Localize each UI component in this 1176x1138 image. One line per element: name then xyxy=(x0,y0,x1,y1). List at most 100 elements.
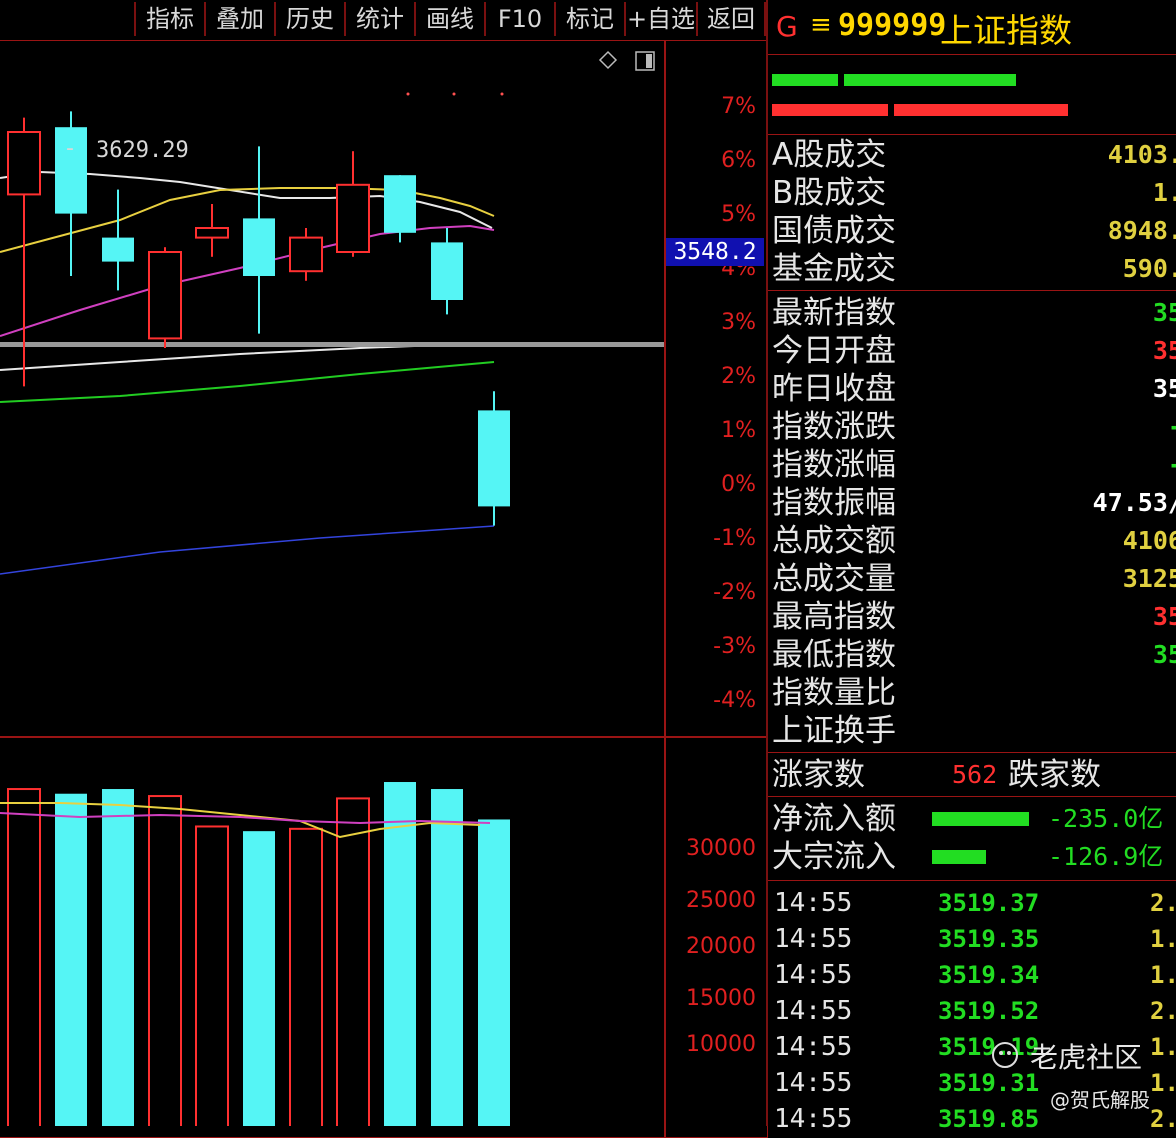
stock-code: 999999 xyxy=(838,8,947,43)
stat-row: 总成交额 4106. xyxy=(772,522,1176,560)
stat-value: -1 xyxy=(998,446,1176,484)
percent-tick: -3% xyxy=(713,634,756,659)
stat-row: 指数振幅 47.53/1 xyxy=(772,484,1176,522)
back-button[interactable]: 返回 xyxy=(696,2,766,36)
stat-value: 356 xyxy=(1152,602,1176,631)
tick-row[interactable]: 14:55 3519.34 1.9 xyxy=(772,956,1176,992)
flow-bar xyxy=(932,850,986,864)
stat-row: 最低指数 351 xyxy=(772,636,1176,674)
stat-value: 8948.1 xyxy=(1107,216,1176,245)
stat-label: 总成交量 xyxy=(772,561,896,597)
indicator-button[interactable]: 指标 xyxy=(134,2,204,36)
volume-tick: 20000 xyxy=(686,934,756,959)
tick-row[interactable]: 14:55 3519.35 1.5 xyxy=(772,920,1176,956)
percent-tick: 0% xyxy=(721,472,756,497)
stat-value: 590.8 xyxy=(1122,254,1176,283)
volume-bar xyxy=(243,831,275,1126)
stat-value: 355 xyxy=(1152,336,1176,365)
ma-white-long-line xyxy=(0,342,495,371)
tick-price: 3519.31 xyxy=(938,1069,1040,1097)
candle-body xyxy=(384,175,416,233)
statistics-button[interactable]: 统计 xyxy=(344,2,414,36)
stat-label: 国债成交 xyxy=(772,213,896,249)
flow-row: 净流入额 -235.0亿 xyxy=(772,800,1176,838)
candle-body xyxy=(102,237,134,262)
stat-label: 最低指数 xyxy=(772,637,896,673)
marker-dot xyxy=(406,92,410,96)
divider xyxy=(768,290,1176,291)
marker-dot xyxy=(500,92,504,96)
tick-row[interactable]: 14:55 3519.37 2.0 xyxy=(772,884,1176,920)
candle xyxy=(384,175,416,243)
stat-row: 昨日收盘 355 xyxy=(772,370,1176,408)
mark-button[interactable]: 标记 xyxy=(554,2,624,36)
divider xyxy=(768,134,1176,135)
quote-panel: G ≡ 999999 上证指数 A股成交 4103.8 B股成交 1.1 国债成交 894… xyxy=(768,0,1176,1134)
up-count-label: 涨家数 xyxy=(772,757,865,793)
tick-price: 3519.52 xyxy=(938,997,1040,1025)
tick-time: 14:55 xyxy=(774,888,853,918)
candle-body xyxy=(148,251,182,340)
overlay-button[interactable]: 叠加 xyxy=(204,2,274,36)
volume-bar xyxy=(148,795,182,1126)
history-button[interactable]: 历史 xyxy=(274,2,344,36)
watermark-logo: 老虎社区 xyxy=(1030,1041,1143,1074)
percent-tick: 2% xyxy=(721,364,756,389)
stat-row: 今日开盘 355 xyxy=(772,332,1176,370)
ma-blue-line xyxy=(0,525,495,575)
volume-bar xyxy=(102,789,134,1126)
candle xyxy=(243,146,275,334)
volume-tick: 30000 xyxy=(686,836,756,861)
breadth-row: 涨家数 562 跌家数 xyxy=(772,756,1176,794)
volume-bars-group xyxy=(7,782,510,1126)
chart-toolbar: 指标 叠加 历史 统计 画线 F10 标记 +自选 返回 xyxy=(0,0,766,40)
candle xyxy=(148,247,182,348)
stat-row: 指数涨幅 -1 xyxy=(772,446,1176,484)
tick-price: 3519.19 xyxy=(938,1033,1040,1061)
stat-label: 最新指数 xyxy=(772,295,896,331)
tick-time: 14:55 xyxy=(774,1104,853,1134)
percent-tick: -4% xyxy=(713,688,756,713)
tick-price: 3519.35 xyxy=(938,925,1040,953)
menu-icon[interactable]: ≡ xyxy=(810,10,832,40)
flag-label: G xyxy=(776,10,798,43)
percent-tick: -1% xyxy=(713,526,756,551)
tick-price: 3519.85 xyxy=(938,1105,1040,1133)
stat-row: 上证换手 0 xyxy=(772,712,1176,750)
stat-label: 指数涨跌 xyxy=(772,409,896,445)
tick-price: 3519.34 xyxy=(938,961,1040,989)
flow-bar xyxy=(932,812,1030,826)
volume-chart[interactable] xyxy=(0,737,664,1126)
stat-label: A股成交 xyxy=(772,137,887,173)
divider xyxy=(768,880,1176,881)
candles-group xyxy=(7,111,510,526)
tick-row[interactable]: 14:55 3519.52 2.2 xyxy=(772,992,1176,1028)
current-price-tag: 3548.2 xyxy=(666,238,764,266)
stat-label: B股成交 xyxy=(772,175,887,211)
tick-volume: 1.9 xyxy=(1150,961,1176,989)
flow-label: 净流入额 xyxy=(772,801,896,837)
tick-time: 14:55 xyxy=(774,924,853,954)
candle xyxy=(289,228,323,281)
draw-line-button[interactable]: 画线 xyxy=(414,2,484,36)
stat-label: 总成交额 xyxy=(772,523,896,559)
stat-label: 昨日收盘 xyxy=(772,371,896,407)
candle xyxy=(431,228,463,315)
volume-bar xyxy=(7,788,41,1126)
stat-row: 基金成交 590.8 xyxy=(772,250,1176,288)
add-watchlist-button[interactable]: +自选 xyxy=(624,2,696,36)
stat-label: 指数量比 xyxy=(772,675,896,711)
tick-volume: 2.1 xyxy=(1150,1105,1176,1133)
percent-tick: 5% xyxy=(721,202,756,227)
volume-bar xyxy=(336,797,370,1126)
ma-green-line xyxy=(0,361,495,403)
candle-body xyxy=(243,218,275,276)
candle xyxy=(102,189,134,291)
percent-tick: 3% xyxy=(721,310,756,335)
f10-button[interactable]: F10 xyxy=(484,2,554,36)
panel-header: G ≡ 999999 上证指数 xyxy=(768,0,1176,55)
volume-bar xyxy=(195,825,229,1126)
volume-tick: 15000 xyxy=(686,986,756,1011)
stat-value: -3 xyxy=(998,408,1176,446)
volume-bar xyxy=(384,782,416,1126)
